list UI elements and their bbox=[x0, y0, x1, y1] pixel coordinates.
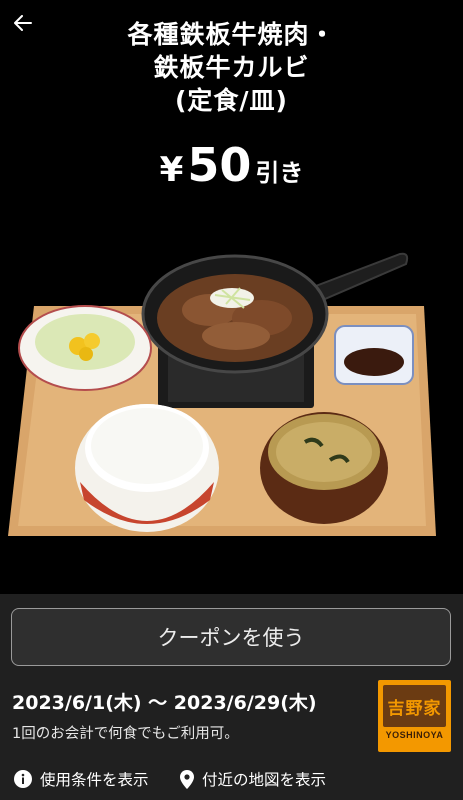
title-line-1: 各種鉄板牛焼肉・ bbox=[127, 20, 336, 49]
discount-suffix: 引き bbox=[255, 159, 304, 187]
title-line-2: 鉄板牛カルビ bbox=[153, 53, 310, 82]
show-map-label: 付近の地図を表示 bbox=[202, 771, 327, 789]
show-map-link[interactable]: 付近の地図を表示 bbox=[180, 768, 326, 790]
coupon-hero: 各種鉄板牛焼肉・ 鉄板牛カルビ (定食/皿) ¥50 引き bbox=[0, 0, 463, 594]
info-icon bbox=[14, 770, 32, 788]
location-pin-icon bbox=[180, 769, 194, 789]
food-set-image bbox=[8, 252, 436, 536]
use-coupon-button[interactable]: クーポンを使う bbox=[11, 608, 451, 666]
discount-currency: ¥ bbox=[159, 150, 184, 190]
coupon-title: 各種鉄板牛焼肉・ 鉄板牛カルビ (定食/皿) bbox=[0, 18, 463, 117]
title-line-3: (定食/皿) bbox=[175, 86, 288, 115]
valid-period: 2023/6/1(木) 〜 2023/6/29(木) bbox=[12, 692, 317, 714]
show-terms-link[interactable]: 使用条件を表示 bbox=[14, 768, 149, 790]
logo-mark: 吉野家 bbox=[383, 685, 446, 727]
discount-amount: 50 bbox=[187, 138, 252, 192]
show-terms-label: 使用条件を表示 bbox=[40, 771, 149, 789]
usage-note: 1回のお会計で何食でもご利用可。 bbox=[12, 726, 239, 742]
coupon-panel: クーポンを使う 2023/6/1(木) 〜 2023/6/29(木) 1回のお会… bbox=[0, 594, 463, 800]
yoshinoya-logo: 吉野家 YOSHINOYA bbox=[378, 680, 451, 752]
discount-label: ¥50 引き bbox=[0, 142, 463, 199]
logo-wordmark: YOSHINOYA bbox=[385, 730, 444, 740]
